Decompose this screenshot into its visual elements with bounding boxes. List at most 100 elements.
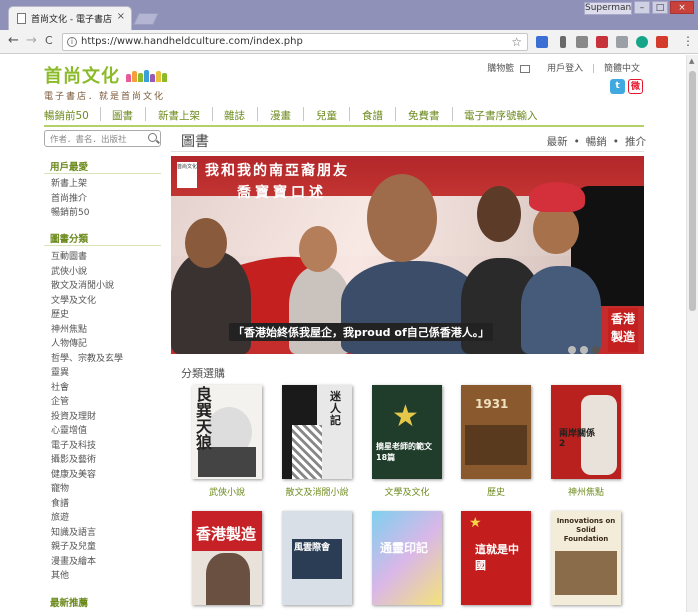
nav-item-free-books[interactable]: 免費書 bbox=[408, 108, 440, 123]
sidebar-category-item[interactable]: 親子及兒童 bbox=[51, 540, 123, 555]
site-info-icon[interactable]: i bbox=[67, 37, 77, 47]
scroll-up-arrow-icon[interactable]: ▲ bbox=[689, 57, 694, 65]
nav-item-top50[interactable]: 暢銷前50 bbox=[44, 108, 89, 123]
book-category-caption[interactable]: 武俠小說 bbox=[187, 485, 267, 498]
sidebar-heading-latest: 最新推薦 bbox=[50, 598, 89, 609]
book-cover[interactable]: Innovations on Solid Foundation bbox=[551, 511, 621, 605]
sidebar-category-item[interactable]: 社會 bbox=[51, 381, 123, 396]
sidebar-category-item[interactable]: 健康及美容 bbox=[51, 468, 123, 483]
sidebar-category-item[interactable]: 寵物 bbox=[51, 482, 123, 497]
sidebar-category-item[interactable]: 人物傳記 bbox=[51, 337, 123, 352]
hero-banner[interactable]: 首尚文化 我和我的南亞裔朋友 喬寶寶口述 「香港始終係我屋企，我proud of… bbox=[171, 156, 644, 354]
extension-icon-3[interactable] bbox=[576, 36, 588, 48]
reload-button[interactable]: C bbox=[45, 34, 53, 48]
sidebar-category-item[interactable]: 食譜 bbox=[51, 497, 123, 512]
logo-people-graphic bbox=[126, 68, 172, 82]
cart-icon[interactable] bbox=[520, 64, 531, 73]
banner-subtitle: 喬寶寶口述 bbox=[237, 185, 327, 201]
sidebar-category-item[interactable]: 哲學、宗教及玄學 bbox=[51, 352, 123, 367]
sidebar-category-item[interactable]: 攝影及藝術 bbox=[51, 453, 123, 468]
sidebar-item-top50[interactable]: 暢銷前50 bbox=[51, 206, 89, 221]
book-cover[interactable]: 兩岸關係2 bbox=[551, 385, 621, 479]
site-logo[interactable]: 首尚文化 電子書店．就是首尚文化 bbox=[44, 62, 167, 102]
eyedropper-extension-icon[interactable] bbox=[560, 36, 566, 48]
language-link[interactable]: 簡體中文 bbox=[604, 64, 640, 74]
login-link[interactable]: 用戶登入 bbox=[547, 64, 583, 74]
url-text[interactable]: https://www.handheldculture.com/index.ph… bbox=[81, 36, 303, 47]
sidebar-category-item[interactable]: 神州焦點 bbox=[51, 323, 123, 338]
sidebar-item-recommended[interactable]: 首尚推介 bbox=[51, 192, 89, 207]
nav-underline bbox=[44, 125, 644, 127]
sidebar-favorites-list: 新書上架 首尚推介 暢銷前50 bbox=[51, 177, 89, 221]
book-cover[interactable]: 風雲際會 bbox=[282, 511, 352, 605]
book-category-caption[interactable]: 歷史 bbox=[456, 485, 536, 498]
sidebar-category-item[interactable]: 靈異 bbox=[51, 366, 123, 381]
search-input[interactable]: 作者．書名．出版社 bbox=[44, 130, 161, 147]
cart-link[interactable]: 購物籃 bbox=[487, 64, 514, 74]
browser-profile-button[interactable]: Superman bbox=[584, 2, 632, 15]
logo-tagline: 電子書店．就是首尚文化 bbox=[44, 92, 166, 102]
sidebar-category-item[interactable]: 電子及科技 bbox=[51, 439, 123, 454]
nav-item-comics[interactable]: 漫畫 bbox=[270, 108, 291, 123]
search-icon[interactable] bbox=[148, 133, 157, 142]
browser-titlebar: 首尚文化 - 電子書店 - 點 × Superman – □ × bbox=[0, 0, 698, 30]
back-button[interactable]: ← bbox=[8, 34, 19, 48]
sidebar-item-new-books[interactable]: 新書上架 bbox=[51, 177, 89, 192]
minimize-button[interactable]: – bbox=[634, 1, 650, 14]
book-cover[interactable]: 1931 bbox=[461, 385, 531, 479]
maximize-button[interactable]: □ bbox=[652, 1, 668, 14]
book-cover[interactable]: ★ 這就是中國 bbox=[461, 511, 531, 605]
book-title: 1931 bbox=[475, 397, 509, 411]
star-graphic: ★ bbox=[392, 399, 419, 434]
book-cover[interactable]: 香港製造 bbox=[192, 511, 262, 605]
nav-item-books[interactable]: 圖書 bbox=[112, 108, 133, 123]
forward-button[interactable]: → bbox=[26, 34, 37, 48]
sidebar-category-item[interactable]: 歷史 bbox=[51, 308, 123, 323]
book-category-caption[interactable]: 散文及消閒小說 bbox=[277, 485, 357, 498]
book-cover[interactable]: ★ 摘星老師的範文18篇 bbox=[372, 385, 442, 479]
extension-icon-1[interactable] bbox=[536, 36, 548, 48]
extension-icon-6[interactable] bbox=[636, 36, 648, 48]
sidebar-category-item[interactable]: 知識及語言 bbox=[51, 526, 123, 541]
tab-latest[interactable]: 最新 bbox=[547, 136, 568, 148]
sidebar-category-item[interactable]: 企管 bbox=[51, 395, 123, 410]
nav-item-ebook-code[interactable]: 電子書序號輸入 bbox=[464, 108, 538, 123]
extension-icon-5[interactable] bbox=[616, 36, 628, 48]
twitter-icon[interactable]: t bbox=[610, 79, 625, 94]
browser-menu-icon[interactable]: ⋮ bbox=[682, 34, 694, 48]
extension-icon-7[interactable] bbox=[656, 36, 668, 48]
sidebar-category-item[interactable]: 旅遊 bbox=[51, 511, 123, 526]
extension-icon-4[interactable] bbox=[596, 36, 608, 48]
book-category-caption[interactable]: 神州焦點 bbox=[546, 485, 626, 498]
close-window-button[interactable]: × bbox=[670, 1, 694, 14]
sidebar-category-item[interactable]: 心靈增值 bbox=[51, 424, 123, 439]
browser-tab-active[interactable]: 首尚文化 - 電子書店 - 點 × bbox=[8, 6, 132, 30]
weibo-icon[interactable]: 微 bbox=[628, 79, 643, 94]
book-cover[interactable]: 迷人記 bbox=[282, 385, 352, 479]
tab-bestselling[interactable]: 暢銷 bbox=[586, 136, 607, 148]
sidebar-category-item[interactable]: 互動圖書 bbox=[51, 250, 123, 265]
nav-item-new-books[interactable]: 新書上架 bbox=[158, 108, 200, 123]
nav-item-magazines[interactable]: 雜誌 bbox=[224, 108, 245, 123]
tab-recommended[interactable]: 推介 bbox=[625, 136, 646, 148]
nav-item-recipes[interactable]: 食譜 bbox=[362, 108, 383, 123]
book-cover[interactable]: 良巽天狼 bbox=[192, 385, 262, 479]
sidebar-category-item[interactable]: 漫畫及繪本 bbox=[51, 555, 123, 570]
bookmark-star-icon[interactable]: ☆ bbox=[511, 35, 522, 49]
book-cover[interactable]: 通靈印記 bbox=[372, 511, 442, 605]
nav-item-children[interactable]: 兒童 bbox=[316, 108, 337, 123]
address-bar[interactable]: i https://www.handheldculture.com/index.… bbox=[62, 33, 528, 51]
book-category-caption[interactable]: 文學及文化 bbox=[367, 485, 447, 498]
sidebar-category-item[interactable]: 其他 bbox=[51, 569, 123, 584]
sidebar-category-item[interactable]: 文學及文化 bbox=[51, 294, 123, 309]
new-tab-button[interactable] bbox=[133, 13, 159, 25]
sidebar-category-item[interactable]: 散文及消閒小說 bbox=[51, 279, 123, 294]
carousel-dot[interactable] bbox=[580, 346, 588, 354]
sidebar-category-item[interactable]: 投資及理財 bbox=[51, 410, 123, 425]
scrollbar-thumb[interactable] bbox=[689, 71, 696, 311]
carousel-dot[interactable] bbox=[568, 346, 576, 354]
page-scrollbar[interactable]: ▲ bbox=[686, 55, 698, 612]
tab-close-icon[interactable]: × bbox=[117, 11, 125, 22]
sidebar-category-item[interactable]: 武俠小說 bbox=[51, 265, 123, 280]
carousel-dot-active[interactable] bbox=[592, 346, 600, 354]
